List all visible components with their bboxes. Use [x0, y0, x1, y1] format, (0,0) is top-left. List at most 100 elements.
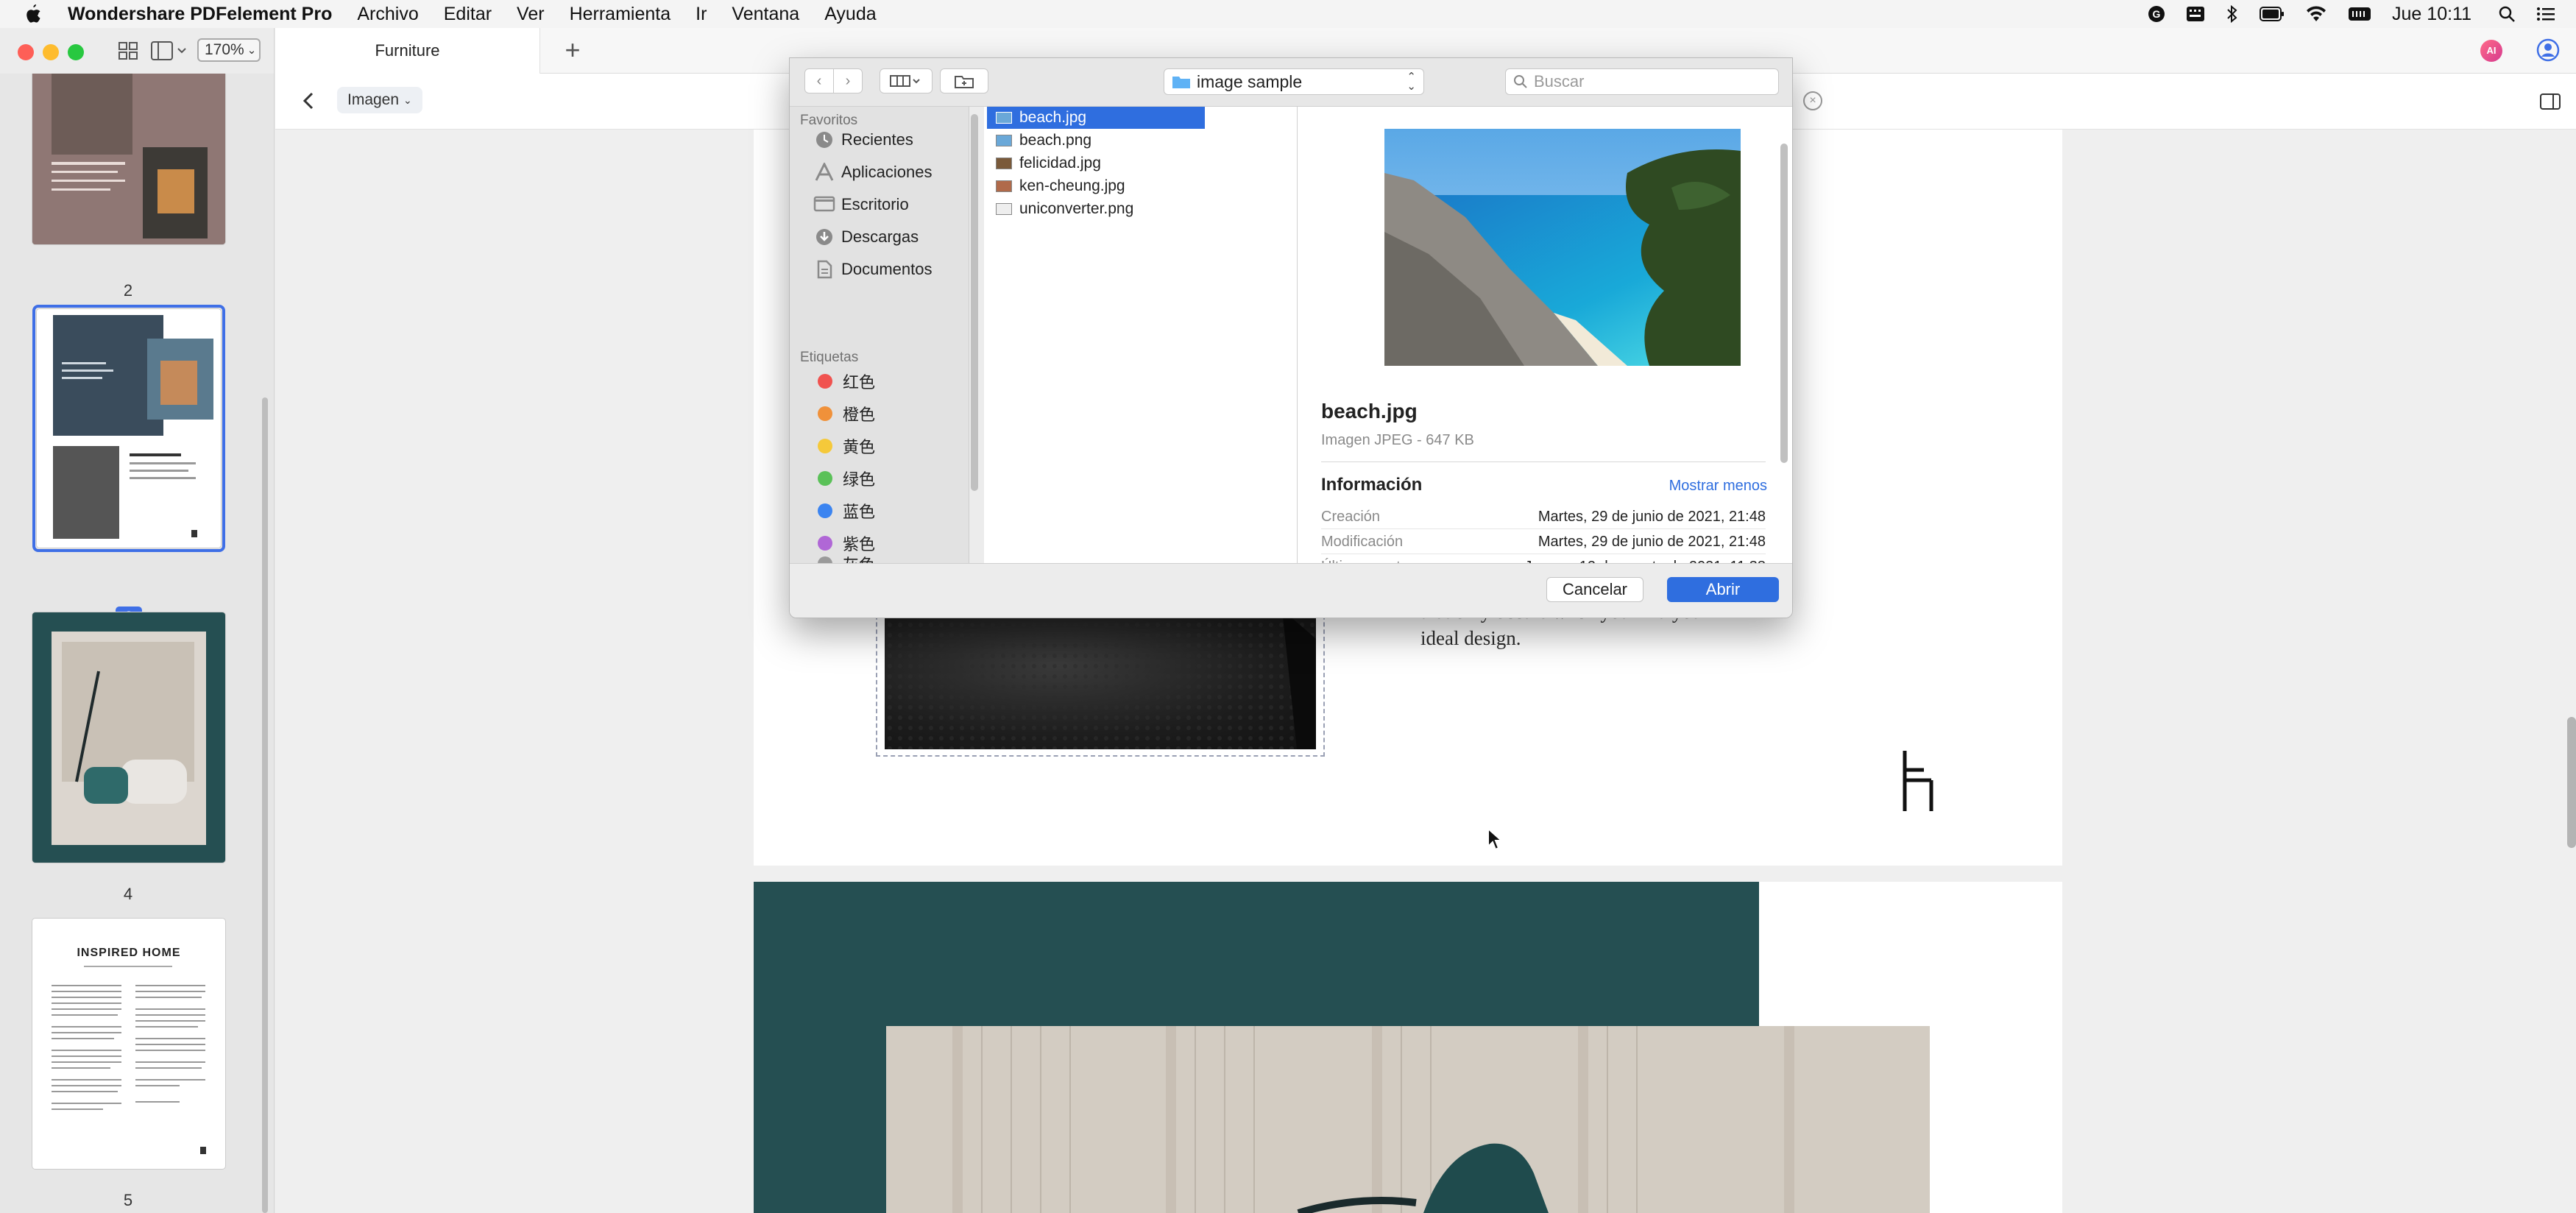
open-button[interactable]: Abrir	[1667, 577, 1779, 602]
file-name: beach.png	[1019, 132, 1092, 149]
menu-editar[interactable]: Editar	[444, 4, 492, 25]
spotlight-search-icon[interactable]	[2498, 5, 2516, 23]
wifi-icon[interactable]	[2305, 5, 2327, 23]
sidebar-item-escritorio[interactable]: Escritorio	[813, 192, 909, 217]
app-window: 170%⌄ Furniture + AI Imagen⌄ × 2 3 4 INS…	[0, 28, 2576, 1213]
menu-ir[interactable]: Ir	[696, 4, 707, 25]
dialog-sidebar-scrollbar[interactable]	[971, 114, 978, 491]
ai-assistant-icon[interactable]: AI	[2480, 40, 2502, 62]
tab-furniture[interactable]: Furniture	[275, 28, 540, 74]
red-tag-dot-icon	[818, 374, 832, 389]
file-row[interactable]: felicidad.jpg	[987, 152, 1205, 174]
menu-ayuda[interactable]: Ayuda	[824, 4, 876, 25]
apple-menu-icon[interactable]	[25, 4, 41, 24]
clock-icon	[816, 132, 832, 148]
file-name: felicidad.jpg	[1019, 155, 1101, 171]
tags-heading: Etiquetas	[800, 350, 859, 365]
tag-label-yellow: 黄色	[843, 438, 876, 456]
right-panel-toggle-icon[interactable]	[2539, 93, 2561, 110]
image-mode-dropdown[interactable]: Imagen ⌄	[337, 87, 422, 113]
leather-texture-image[interactable]	[885, 609, 1316, 749]
chevron-down-icon: ⌄	[403, 93, 412, 106]
info-heading: Información	[1321, 475, 1423, 495]
view-mode-button[interactable]	[880, 68, 933, 93]
file-row[interactable]: uniconverter.png	[987, 198, 1205, 220]
show-less-link[interactable]: Mostrar menos	[1669, 478, 1767, 495]
menu-bar: Wondershare PDFelement Pro Archivo Edita…	[0, 0, 2576, 28]
page-thumbnails-panel: 2 3 4 INSPIRED HOME 5	[0, 74, 275, 1213]
preview-scrollbar[interactable]	[1780, 144, 1788, 463]
thumbnails-scrollbar[interactable]	[262, 397, 268, 1213]
thumbnail-page-2[interactable]	[32, 74, 225, 244]
dialog-back-button[interactable]: ‹	[804, 68, 834, 93]
thumbnail-page-4[interactable]	[32, 612, 225, 863]
menubar-clock[interactable]: Jue 10:11	[2392, 4, 2471, 25]
window-minimize-button[interactable]	[43, 44, 59, 60]
orange-tag-dot-icon	[818, 406, 832, 421]
account-icon[interactable]	[2536, 38, 2560, 62]
thumbnail-label-4: 4	[123, 885, 133, 903]
grid-view-icon[interactable]	[118, 41, 138, 60]
tag-orange[interactable]: 橙色	[815, 401, 875, 426]
sidebar-item-recientes[interactable]: Recientes	[813, 127, 913, 152]
preview-file-kind: Imagen JPEG - 647 KB	[1321, 432, 1474, 448]
blue-tag-dot-icon	[818, 503, 832, 518]
dialog-forward-button[interactable]: ›	[833, 68, 863, 93]
menu-ventana[interactable]: Ventana	[732, 4, 799, 25]
info-row-modified: Modificación Martes, 29 de junio de 2021…	[1321, 529, 1766, 554]
menu-ver[interactable]: Ver	[517, 4, 545, 25]
gray-tag-dot-icon	[818, 556, 832, 563]
file-row[interactable]: beach.jpg	[987, 107, 1205, 129]
window-fullscreen-button[interactable]	[68, 44, 84, 60]
interior-photo[interactable]	[886, 1026, 1930, 1213]
zoom-value: 170%	[205, 41, 244, 58]
tag-gray[interactable]: 灰色	[815, 551, 875, 563]
new-tab-button[interactable]: +	[559, 37, 586, 63]
sidebar-item-descargas[interactable]: Descargas	[813, 224, 919, 250]
sidebar-item-documentos[interactable]: Documentos	[813, 257, 933, 282]
tag-yellow[interactable]: 黄色	[815, 434, 875, 459]
cancel-button[interactable]: Cancelar	[1546, 577, 1643, 602]
info-value: Martes, 29 de junio de 2021, 21:48	[1538, 534, 1766, 550]
tag-blue[interactable]: 蓝色	[815, 498, 875, 523]
keyboard-icon[interactable]	[2186, 5, 2205, 23]
file-row[interactable]: beach.png	[987, 130, 1205, 152]
menu-archivo[interactable]: Archivo	[357, 4, 418, 25]
tag-green[interactable]: 绿色	[815, 466, 875, 491]
status-area: G Jue 10:11	[2148, 0, 2576, 28]
sidebar-label-aplicaciones: Aplicaciones	[841, 163, 933, 181]
dialog-search-field[interactable]: Buscar	[1505, 68, 1779, 95]
document-scrollbar[interactable]	[2567, 717, 2576, 848]
close-toolbar-icon[interactable]: ×	[1803, 91, 1822, 110]
file-row[interactable]: ken-cheung.jpg	[987, 175, 1205, 197]
menu-herramienta[interactable]: Herramienta	[570, 4, 671, 25]
tag-red[interactable]: 红色	[815, 369, 875, 394]
pdf-page-4	[754, 882, 2062, 1213]
new-folder-button[interactable]	[940, 68, 988, 93]
new-folder-icon	[955, 76, 974, 88]
battery-icon[interactable]	[2260, 6, 2285, 22]
window-close-button[interactable]	[18, 44, 34, 60]
folder-location-popup[interactable]: image sample ⌃ ⌄	[1164, 68, 1424, 95]
input-source-icon[interactable]	[2348, 5, 2371, 23]
grammarly-icon[interactable]: G	[2148, 5, 2165, 23]
preview-file-name: beach.jpg	[1321, 400, 1418, 422]
thumbnail-page-5[interactable]: INSPIRED HOME	[32, 919, 225, 1169]
bluetooth-icon[interactable]	[2226, 4, 2239, 24]
menu-app-name[interactable]: Wondershare PDFelement Pro	[68, 4, 332, 25]
open-file-dialog: ‹ › image sample ⌃ ⌄ Buscar Favoritos Re…	[789, 57, 1793, 618]
sidebar-label-documentos: Documentos	[841, 260, 933, 278]
zoom-dropdown[interactable]: 170% ⌄	[197, 38, 261, 62]
sidebar-item-aplicaciones[interactable]: Aplicaciones	[813, 160, 933, 185]
notification-center-icon[interactable]	[2536, 6, 2555, 22]
back-arrow-icon[interactable]	[302, 91, 315, 110]
image-file-icon	[996, 180, 1012, 192]
thumbnail-label-2: 2	[123, 281, 133, 300]
sidebar-layout-icon[interactable]	[150, 40, 187, 62]
thumbnail-page-3[interactable]	[37, 309, 221, 548]
chevron-right-icon: ›	[845, 72, 851, 89]
purple-tag-dot-icon	[818, 536, 832, 551]
image-mode-label: Imagen	[347, 91, 400, 108]
dialog-toolbar: ‹ › image sample ⌃ ⌄ Buscar	[790, 58, 1792, 107]
beach-preview-image	[1384, 129, 1741, 366]
